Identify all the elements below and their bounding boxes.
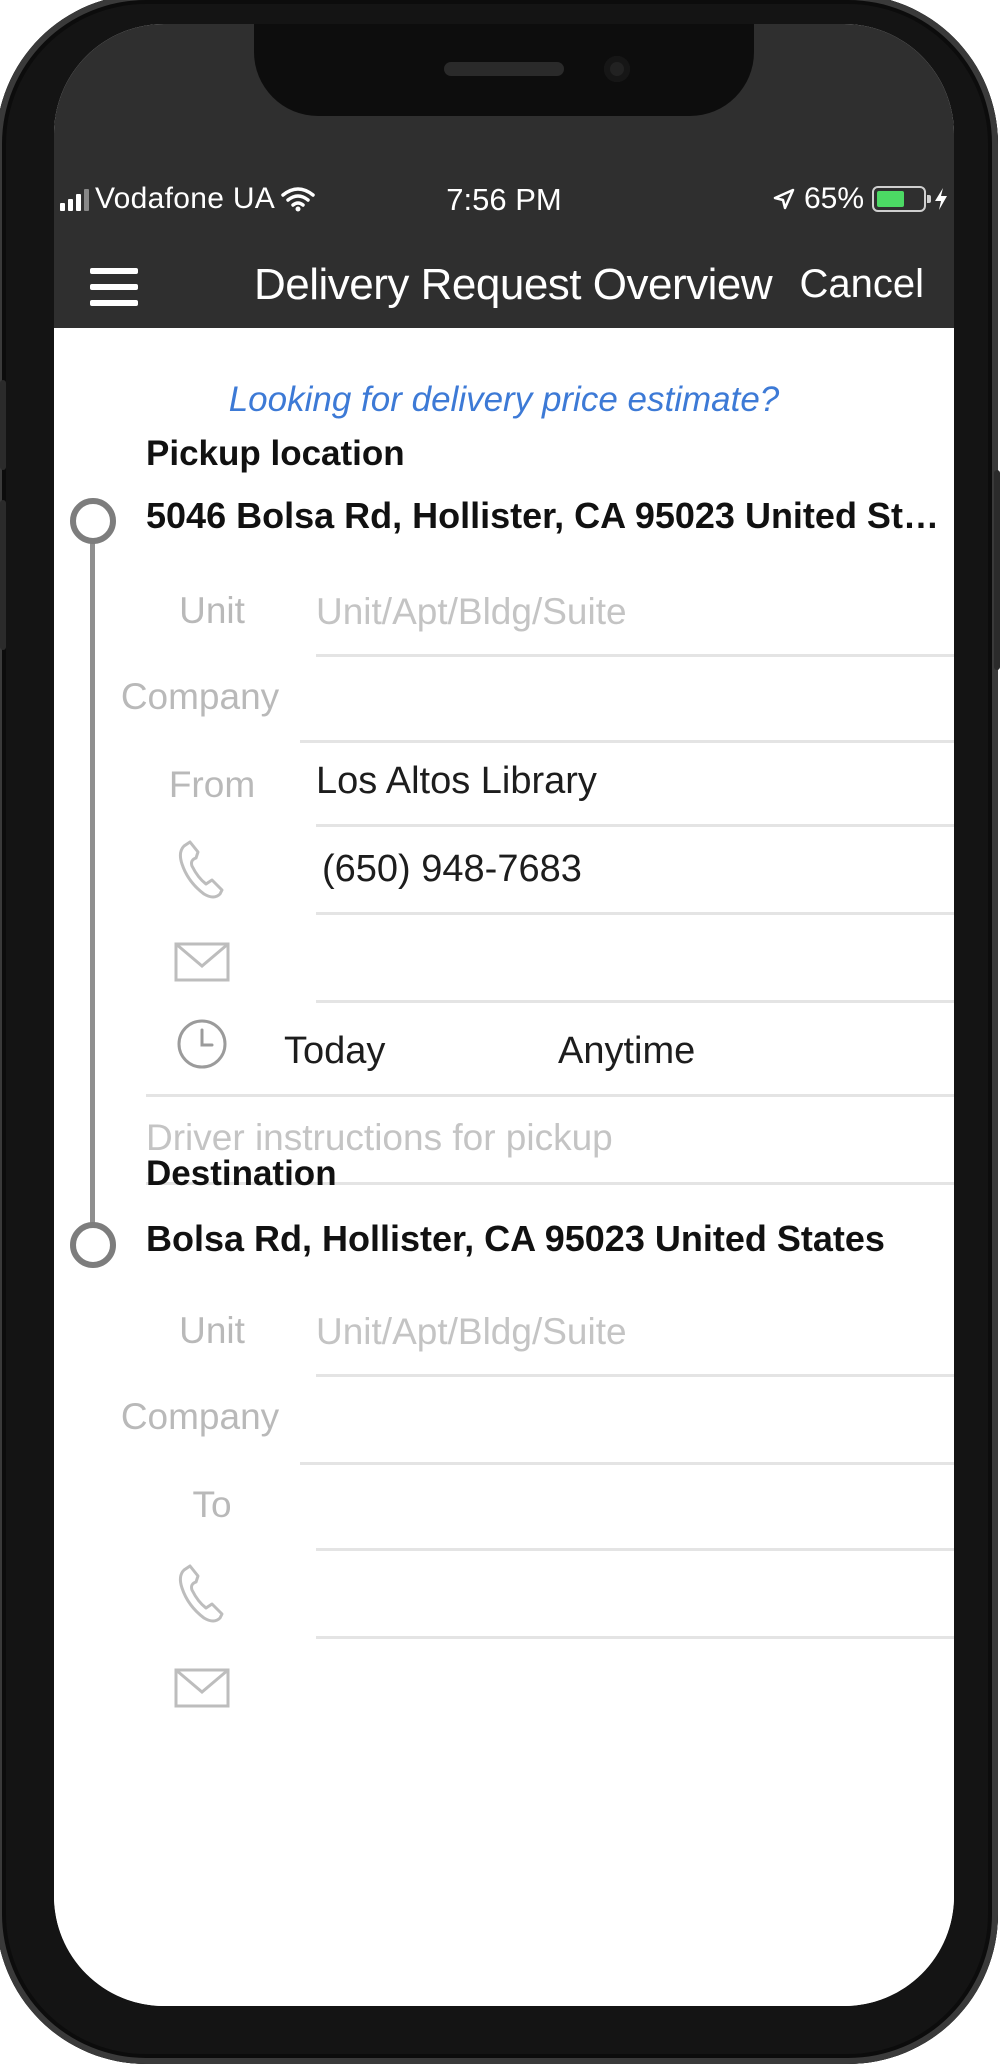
destination-to-input[interactable]: [316, 1476, 946, 1536]
destination-unit-input[interactable]: [316, 1302, 946, 1362]
speaker-grille: [444, 62, 564, 76]
pickup-unit-input[interactable]: [316, 582, 946, 642]
pickup-email-input[interactable]: [316, 930, 946, 990]
divider: [316, 1374, 954, 1377]
status-right: 65%: [772, 182, 948, 216]
pickup-section-title: Pickup location: [146, 434, 405, 473]
location-arrow-icon: [773, 188, 795, 210]
route-timeline: [90, 521, 95, 1245]
destination-email-input[interactable]: [316, 1654, 946, 1714]
destination-timeline-dot: [70, 1222, 116, 1268]
phone-screen: Vodafone UA 7:56 PM 65% Delivery Request…: [54, 24, 954, 2006]
phone-side-button: [0, 500, 6, 650]
pickup-time-value[interactable]: Anytime: [558, 1030, 695, 1073]
divider: [316, 654, 954, 657]
pickup-date-value[interactable]: Today: [284, 1030, 385, 1073]
phone-side-button: [0, 380, 6, 470]
divider: [316, 1000, 954, 1003]
notch: [254, 24, 754, 116]
divider: [316, 824, 954, 827]
destination-section-title: Destination: [146, 1154, 337, 1193]
pickup-company-input[interactable]: [316, 668, 946, 728]
divider: [316, 912, 954, 915]
pickup-from-input[interactable]: Los Altos Library: [316, 760, 597, 803]
clock-icon: [177, 1019, 227, 1069]
delivery-form: Looking for delivery price estimate? Pic…: [54, 328, 954, 2006]
navigation-bar: Delivery Request Overview Cancel: [54, 246, 954, 326]
destination-company-label: Company: [120, 1396, 280, 1437]
mail-icon: [174, 1668, 230, 1708]
charging-bolt-icon: [935, 188, 947, 210]
destination-address[interactable]: Bolsa Rd, Hollister, CA 95023 United Sta…: [146, 1218, 946, 1260]
divider: [300, 740, 954, 743]
phone-icon: [178, 840, 224, 899]
status-bar: Vodafone UA 7:56 PM 65%: [54, 174, 954, 230]
pickup-phone-input[interactable]: (650) 948-7683: [322, 848, 582, 891]
app-header: Vodafone UA 7:56 PM 65% Delivery Request…: [54, 24, 954, 328]
pickup-company-label: Company: [120, 676, 280, 717]
divider: [316, 1548, 954, 1551]
destination-unit-label: Unit: [179, 1310, 245, 1351]
pickup-unit-label: Unit: [179, 590, 245, 631]
phone-side-button: [994, 470, 1000, 670]
divider: [316, 1636, 954, 1639]
battery-percent: 65%: [803, 182, 864, 215]
pickup-timeline-dot: [70, 498, 116, 544]
cancel-button[interactable]: Cancel: [799, 262, 924, 307]
destination-phone-input[interactable]: [316, 1564, 946, 1624]
pickup-from-label: From: [168, 764, 256, 805]
mail-icon: [174, 942, 230, 982]
phone-icon: [178, 1564, 224, 1623]
battery-level-fill: [877, 191, 904, 207]
page-title: Delivery Request Overview: [254, 260, 773, 309]
hamburger-menu-icon[interactable]: [90, 268, 138, 306]
battery-icon: [872, 186, 931, 212]
front-camera: [604, 56, 630, 82]
destination-company-input[interactable]: [316, 1388, 946, 1448]
destination-to-label: To: [192, 1484, 232, 1525]
divider: [146, 1094, 954, 1097]
pickup-address[interactable]: 5046 Bolsa Rd, Hollister, CA 95023 Unite…: [146, 495, 946, 537]
price-estimate-link[interactable]: Looking for delivery price estimate?: [54, 380, 954, 420]
divider: [300, 1462, 954, 1465]
